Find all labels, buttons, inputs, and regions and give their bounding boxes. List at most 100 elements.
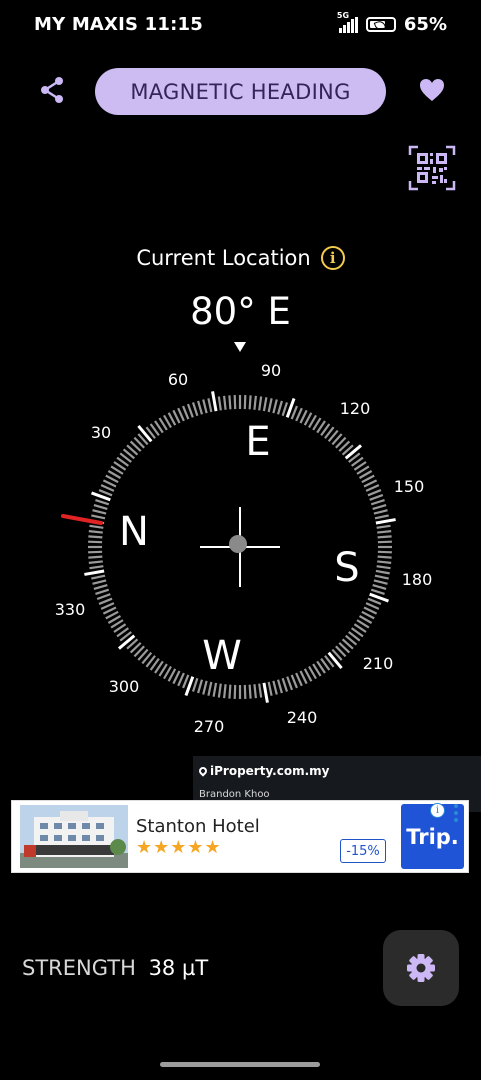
- minor-tick: [276, 400, 283, 415]
- discount-badge: -15%: [340, 839, 386, 863]
- hotel-ad-banner[interactable]: Stanton Hotel ★★★★★ -15% Trip. i: [11, 800, 469, 873]
- minor-tick: [88, 530, 103, 534]
- cardinal-e: E: [245, 419, 270, 465]
- tick-label-150: 150: [394, 477, 425, 496]
- minor-tick: [374, 574, 389, 580]
- minor-tick: [98, 489, 113, 497]
- minor-tick: [91, 574, 106, 580]
- major-tick: [344, 444, 362, 460]
- minor-tick: [375, 569, 390, 575]
- minor-tick: [377, 530, 392, 534]
- minor-tick: [365, 602, 380, 610]
- minor-tick: [89, 565, 104, 570]
- hotel-ad-title: Stanton Hotel: [136, 816, 260, 837]
- minor-tick: [281, 677, 289, 692]
- minor-tick: [253, 684, 257, 699]
- major-tick: [84, 569, 105, 576]
- minor-tick: [202, 680, 208, 695]
- minor-tick: [95, 588, 110, 596]
- minor-tick: [207, 681, 213, 696]
- minor-tick: [272, 399, 278, 414]
- minor-tick: [262, 397, 268, 412]
- minor-tick: [92, 579, 107, 585]
- minor-tick: [290, 674, 298, 689]
- minor-tick: [223, 684, 227, 699]
- more-options-icon[interactable]: [453, 804, 459, 822]
- tick-label-240: 240: [287, 708, 318, 727]
- minor-tick: [217, 683, 222, 698]
- minor-tick: [177, 672, 185, 687]
- minor-tick: [89, 524, 104, 529]
- tick-label-60: 60: [168, 370, 188, 389]
- tick-label-90: 90: [261, 361, 281, 380]
- major-tick: [375, 518, 396, 525]
- minor-tick: [281, 402, 289, 417]
- battery-icon: [365, 17, 396, 32]
- tick-label-120: 120: [340, 399, 371, 418]
- battery-percent: 65%: [403, 14, 447, 35]
- share-icon[interactable]: [36, 74, 68, 106]
- minor-tick: [374, 514, 389, 520]
- heart-icon[interactable]: [416, 74, 448, 106]
- carrier-time: MY MAXIS 11:15: [34, 14, 203, 35]
- minor-tick: [258, 683, 263, 698]
- minor-tick: [373, 579, 388, 585]
- ad-choices-icon[interactable]: i: [430, 803, 445, 818]
- tick-label-30: 30: [91, 423, 111, 442]
- minor-tick: [212, 682, 218, 697]
- minor-tick: [100, 602, 115, 610]
- minor-tick: [191, 402, 199, 417]
- heading-pointer: [234, 342, 246, 352]
- minor-tick: [197, 679, 204, 694]
- network-type: 5G: [336, 10, 350, 20]
- minor-tick: [88, 555, 103, 559]
- level-bubble: [229, 535, 247, 553]
- minor-tick: [98, 597, 113, 605]
- ad-source: iProperty.com.my: [197, 764, 329, 778]
- minor-tick: [95, 498, 110, 506]
- minor-tick: [93, 504, 108, 511]
- minor-tick: [295, 672, 303, 687]
- major-tick: [118, 634, 136, 650]
- tick-label-270: 270: [194, 717, 225, 736]
- minor-tick: [367, 597, 382, 605]
- minor-tick: [258, 396, 263, 411]
- minor-tick: [373, 509, 388, 515]
- minor-tick: [182, 674, 190, 689]
- strength-label: STRENGTH: [22, 956, 136, 980]
- status-bar: MY MAXIS 11:15 5G 65%: [0, 0, 481, 52]
- minor-tick: [370, 498, 385, 506]
- strength-value: 38 µT: [148, 956, 209, 980]
- minor-tick: [186, 403, 194, 418]
- minor-tick: [182, 405, 190, 420]
- minor-tick: [100, 484, 115, 492]
- minor-tick: [223, 395, 227, 410]
- compass-dial: 60 90 120 150 180 210 240 270 300 330 30…: [55, 342, 432, 736]
- minor-tick: [197, 400, 204, 415]
- minor-tick: [372, 583, 387, 590]
- home-indicator[interactable]: [160, 1062, 320, 1067]
- major-tick: [262, 682, 269, 703]
- minor-tick: [228, 395, 232, 410]
- qr-code-icon[interactable]: [408, 145, 456, 191]
- minor-tick: [267, 398, 273, 413]
- minor-tick: [92, 509, 107, 515]
- minor-tick: [202, 399, 208, 414]
- minor-tick: [191, 677, 199, 692]
- minor-tick: [228, 684, 232, 699]
- cardinal-n: N: [119, 509, 149, 555]
- minor-tick: [370, 588, 385, 596]
- minor-tick: [365, 484, 380, 492]
- minor-tick: [217, 396, 222, 411]
- minor-tick: [369, 493, 384, 501]
- heading-mode-button[interactable]: MAGNETIC HEADING: [95, 68, 386, 115]
- gear-icon: [407, 954, 435, 982]
- cardinal-s: S: [334, 545, 359, 591]
- minor-tick: [267, 681, 273, 696]
- settings-button[interactable]: [383, 930, 459, 1006]
- minor-tick: [207, 398, 213, 413]
- current-location-label: Current Location: [136, 246, 311, 270]
- major-tick: [137, 425, 153, 443]
- minor-tick: [295, 407, 303, 422]
- info-icon[interactable]: i: [320, 246, 345, 270]
